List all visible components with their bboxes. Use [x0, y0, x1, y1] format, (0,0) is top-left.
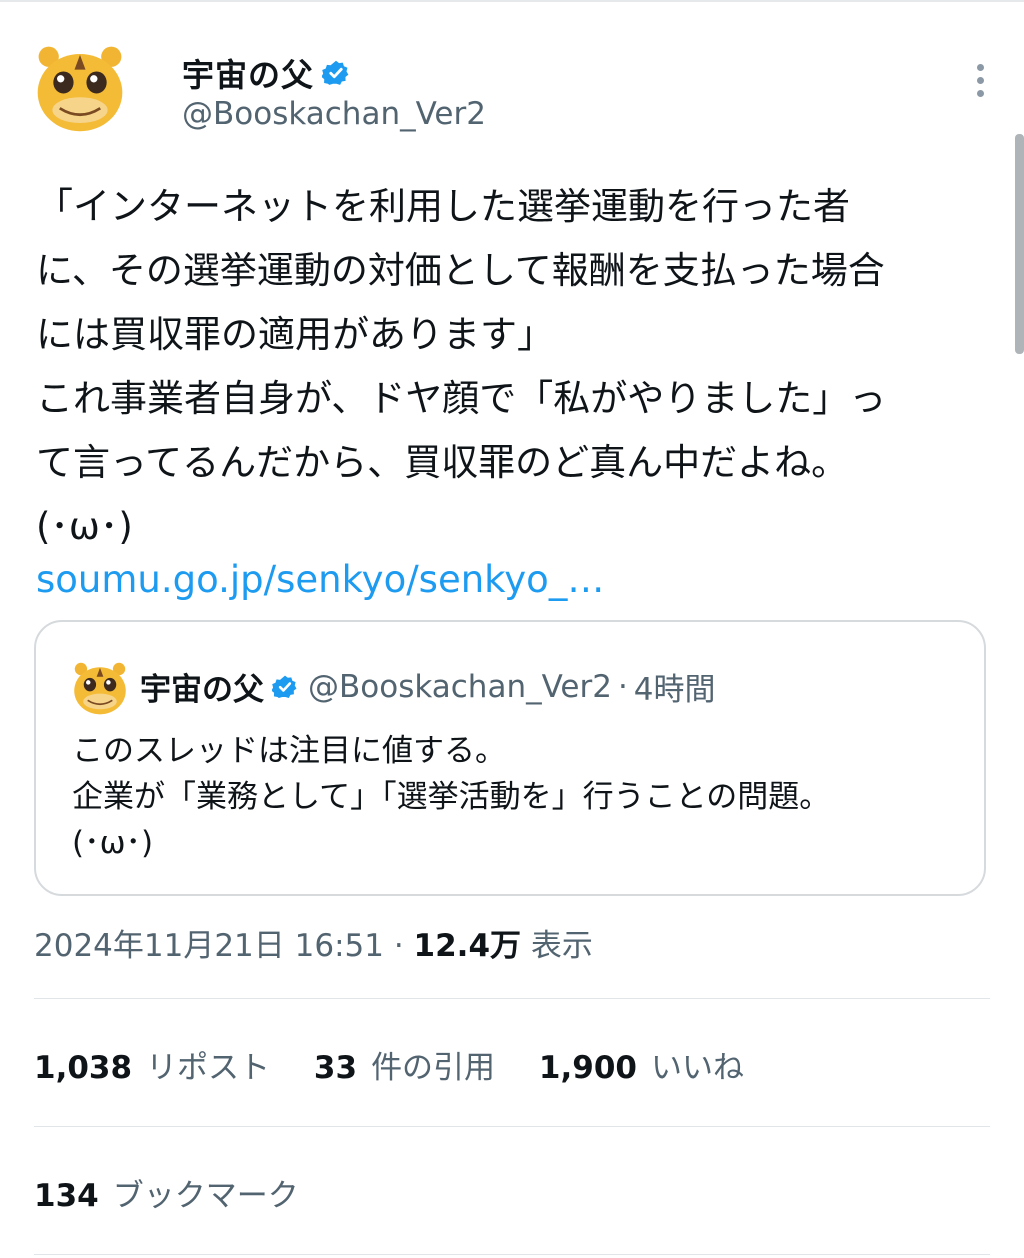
likes-count: 1,900	[538, 1050, 637, 1086]
bookmarks-label: ブックマーク	[112, 1178, 299, 1214]
views-count: 12.4万	[413, 928, 522, 964]
post-link[interactable]: soumu.go.jp/senkyo/senkyo_…	[36, 548, 604, 612]
quoted-post-card[interactable]: 宇宙の父 @Booskachan_Ver2 · 4時間 このスレッドは注目に値す…	[34, 620, 986, 896]
verified-badge-icon	[272, 675, 297, 698]
quote-separator: ·	[617, 668, 628, 705]
quote-handle: @Booskachan_Ver2	[308, 668, 612, 705]
divider	[34, 1254, 990, 1255]
scrollbar-thumb[interactable]	[1015, 134, 1024, 354]
post-timestamp[interactable]: 2024年11月21日 16:51	[34, 928, 384, 964]
reposts-stat[interactable]: 1,038 リポスト	[34, 1042, 270, 1087]
quote-display-name: 宇宙の父	[140, 672, 264, 708]
post-header: 宇宙の父 @Booskachan_Ver2	[34, 40, 984, 140]
reposts-label: リポスト	[146, 1050, 271, 1086]
top-divider	[0, 0, 1024, 2]
divider	[34, 998, 990, 999]
likes-label: いいね	[650, 1050, 744, 1086]
meta-separator: ·	[383, 928, 414, 964]
divider	[34, 1126, 990, 1127]
quote-header: 宇宙の父 @Booskachan_Ver2 · 4時間	[140, 664, 716, 709]
quotes-label: 件の引用	[371, 1050, 496, 1086]
views-label: 表示	[530, 928, 593, 964]
quotes-stat[interactable]: 33 件の引用	[314, 1042, 495, 1087]
quote-time: 4時間	[633, 672, 716, 708]
quote-text: このスレッドは注目に値する。 企業が「業務として」「選挙活動を」行うことの問題。…	[72, 733, 831, 861]
engagement-stats: 1,038 リポスト 33 件の引用 1,900 いいね	[34, 1042, 778, 1087]
avatar[interactable]	[34, 42, 126, 134]
post-text: 「インターネットを利用した選挙運動を行った者 に、その選挙運動の対価として報酬を…	[36, 185, 887, 548]
verified-badge-icon	[322, 60, 349, 85]
post-meta: 2024年11月21日 16:51 · 12.4万 表示	[34, 920, 593, 965]
author-handle[interactable]: @Booskachan_Ver2	[182, 96, 486, 132]
more-options-icon[interactable]	[974, 64, 986, 104]
reposts-count: 1,038	[34, 1050, 133, 1086]
bookmarks-stat[interactable]: 134 ブックマーク	[34, 1170, 299, 1215]
likes-stat[interactable]: 1,900 いいね	[539, 1042, 744, 1087]
quotes-count: 33	[313, 1050, 358, 1086]
quote-avatar	[74, 662, 126, 715]
bookmarks-count: 134	[34, 1178, 99, 1214]
author-display-name[interactable]: 宇宙の父	[182, 50, 314, 96]
